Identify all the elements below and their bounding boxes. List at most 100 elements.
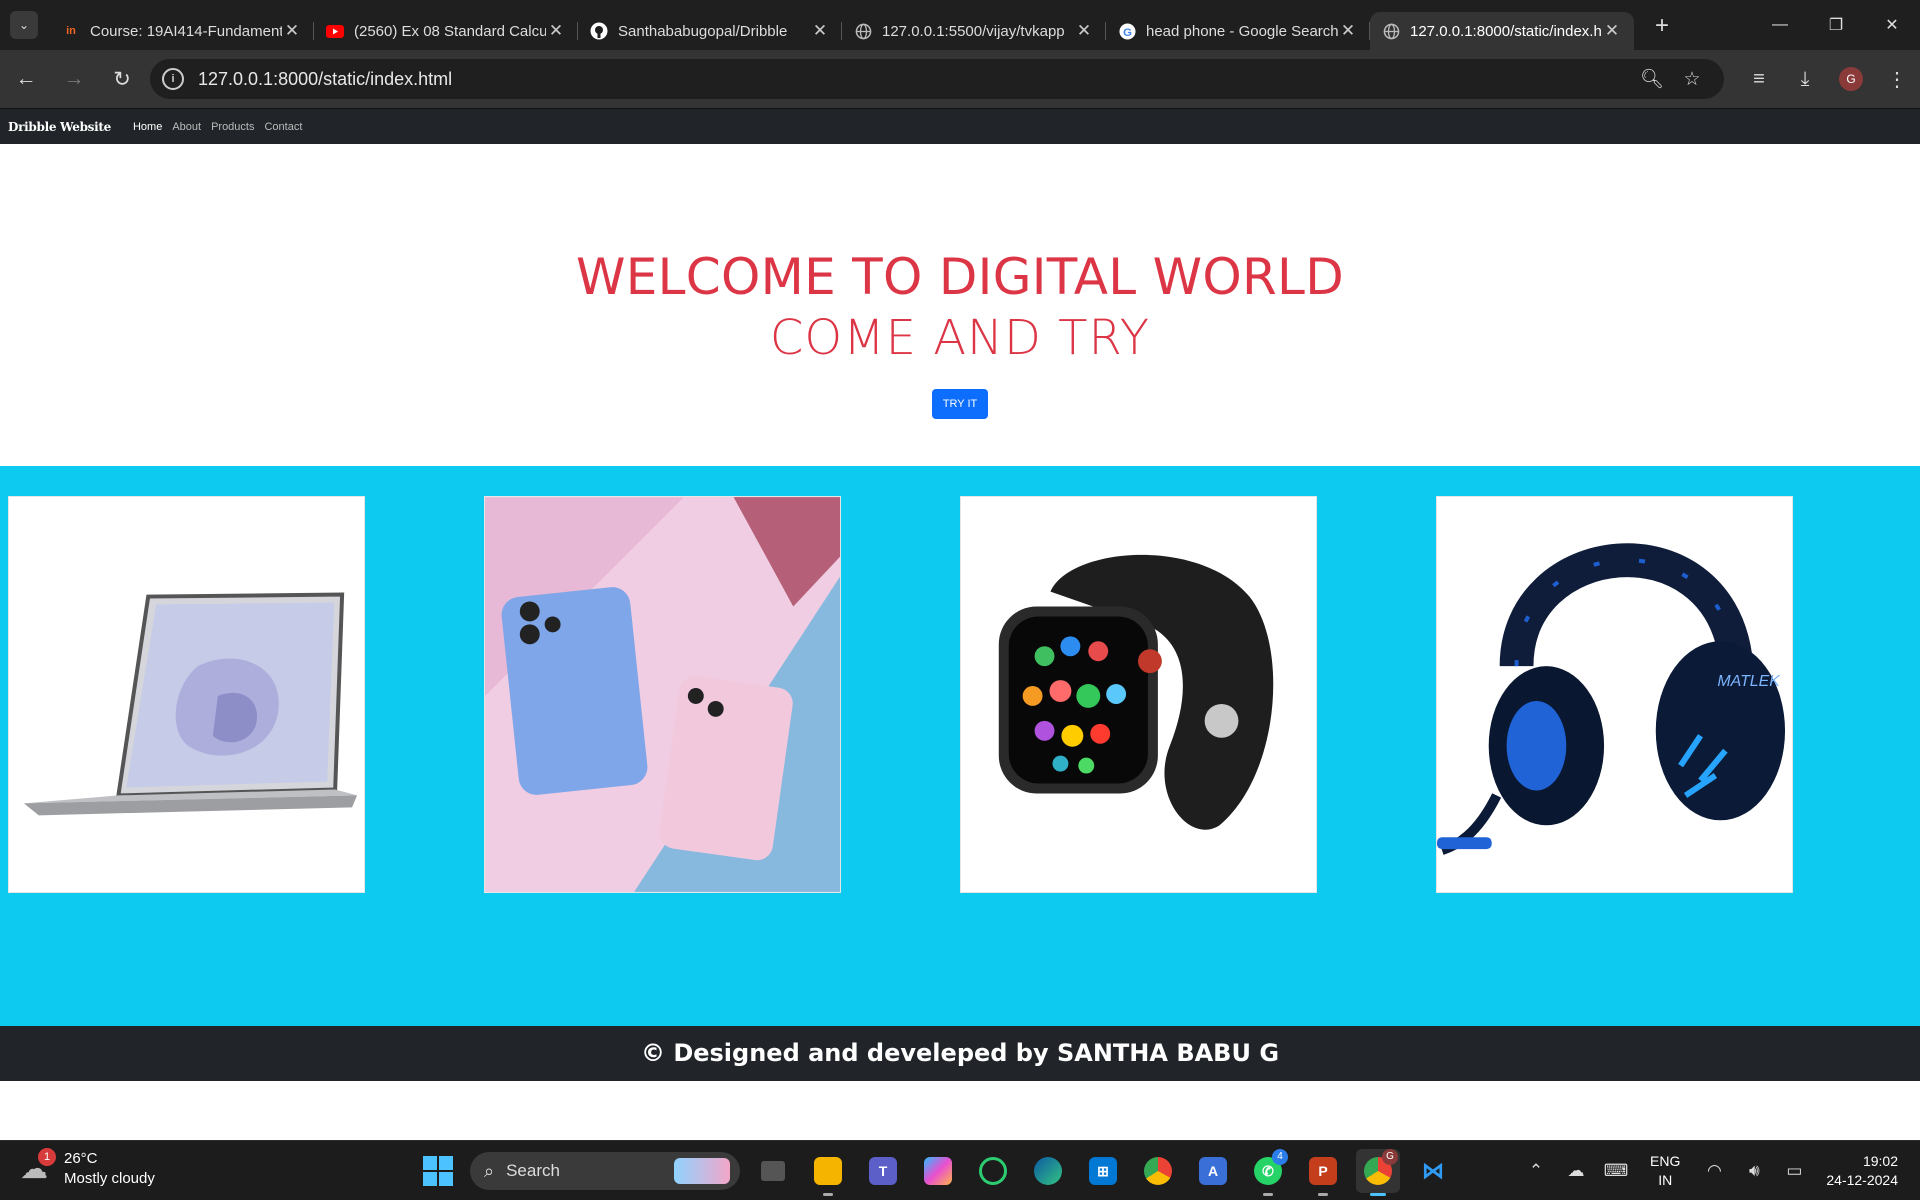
powerpoint-icon[interactable]: P	[1301, 1149, 1345, 1196]
products-section: MATLEK	[0, 466, 1920, 1026]
chrome-icon[interactable]	[1136, 1149, 1180, 1193]
whatsapp-icon[interactable]: ✆ 4	[1246, 1149, 1290, 1196]
task-view-icon[interactable]	[751, 1149, 795, 1193]
tab-localhost-5500[interactable]: 127.0.0.1:5500/vijay/tvkapp ✕	[842, 12, 1106, 50]
system-tray: ⌃ ☁ ⌨ ENG IN ◠ 🔊︎ ▭ 19:02 24-12-2024	[1516, 1141, 1920, 1201]
tab-close-icon[interactable]: ✕	[810, 21, 830, 41]
reload-button[interactable]: ↻	[100, 59, 144, 99]
tab-title: 127.0.0.1:8000/static/index.html	[1410, 22, 1602, 40]
page-blank-area	[0, 1081, 1920, 1141]
reload-icon: ↻	[113, 67, 131, 91]
tab-title: 127.0.0.1:5500/vijay/tvkapp	[882, 22, 1065, 40]
address-bar[interactable]: i 127.0.0.1:8000/static/index.html 🔍︎ ☆	[150, 59, 1724, 99]
hero-title: WELCOME TO DIGITAL WORLD	[575, 248, 1344, 306]
tab-course[interactable]: in Course: 19AI414-Fundamentals ✕	[50, 12, 314, 50]
microsoft-store-icon[interactable]: ⊞	[1081, 1149, 1125, 1193]
tab-title: (2560) Ex 08 Standard Calculator	[354, 22, 546, 40]
avatar: G	[1839, 67, 1863, 91]
smartwatch-image	[961, 497, 1316, 892]
teams-icon[interactable]: T	[861, 1149, 905, 1193]
chrome-profile-icon[interactable]: G	[1356, 1149, 1400, 1196]
forward-button[interactable]: →	[52, 59, 96, 99]
product-card-smartphones[interactable]	[484, 496, 841, 893]
laptop-image	[9, 497, 364, 892]
tab-github[interactable]: Santhababugopal/Dribble ✕	[578, 12, 842, 50]
taskbar-search-label: Search	[506, 1161, 560, 1180]
back-button[interactable]: ←	[4, 59, 48, 99]
menu-kebab-icon[interactable]: ⋮	[1874, 59, 1920, 99]
hero-subtitle: COME AND TRY	[769, 310, 1151, 366]
media-controls-icon[interactable]: ≡	[1736, 59, 1782, 99]
svg-text:G: G	[1123, 26, 1132, 38]
zoom-icon[interactable]: 🔍︎	[1632, 67, 1672, 91]
weather-widget[interactable]: ☁ 1 26°C Mostly cloudy	[20, 1148, 155, 1189]
tab-title: Santhababugopal/Dribble	[618, 22, 788, 40]
clock[interactable]: 19:02 24-12-2024	[1826, 1152, 1898, 1190]
cloud-moon-icon: ☁ 1	[20, 1148, 56, 1186]
download-icon[interactable]: ⤓	[1782, 59, 1828, 99]
language-line-1: ENG	[1650, 1153, 1681, 1169]
window-close-icon[interactable]: ✕	[1864, 0, 1920, 50]
tab-title: Course: 19AI414-Fundamentals	[90, 22, 282, 40]
keyboard-icon[interactable]: ⌨	[1596, 1161, 1636, 1181]
tab-search-button[interactable]: ⌄	[10, 11, 38, 39]
site-navbar: Dribble Website Home About Products Cont…	[0, 108, 1920, 144]
language-indicator[interactable]: ENG IN	[1650, 1152, 1680, 1190]
product-card-headphones[interactable]: MATLEK	[1436, 496, 1793, 893]
tab-close-icon[interactable]: ✕	[546, 21, 566, 41]
nav-link-about[interactable]: About	[172, 121, 201, 133]
minimize-icon[interactable]: —	[1752, 0, 1808, 50]
tab-google-search[interactable]: G head phone - Google Search ✕	[1106, 12, 1370, 50]
edge-icon[interactable]	[1026, 1149, 1070, 1193]
nav-link-products[interactable]: Products	[211, 121, 254, 133]
site-info-icon[interactable]: i	[162, 68, 184, 90]
battery-icon[interactable]: ▭	[1774, 1161, 1814, 1181]
restore-icon[interactable]: ❐	[1808, 0, 1864, 50]
tab-close-icon[interactable]: ✕	[1338, 21, 1358, 41]
tab-close-icon[interactable]: ✕	[282, 21, 302, 41]
taskbar-search[interactable]: ⌕ Search	[470, 1152, 740, 1190]
weather-badge: 1	[38, 1148, 56, 1166]
file-explorer-icon[interactable]	[806, 1149, 850, 1196]
windows-start-icon[interactable]	[416, 1149, 460, 1193]
tab-youtube[interactable]: (2560) Ex 08 Standard Calculator ✕	[314, 12, 578, 50]
github-favicon-icon	[590, 22, 608, 40]
chrome-profile-badge: G	[1382, 1149, 1398, 1165]
new-tab-button[interactable]: +	[1644, 8, 1680, 44]
search-highlight-image	[674, 1158, 730, 1184]
nav-link-contact[interactable]: Contact	[264, 121, 302, 133]
wifi-icon[interactable]: ◠	[1694, 1161, 1734, 1181]
weather-desc: Mostly cloudy	[64, 1170, 155, 1187]
plus-icon: +	[1654, 12, 1669, 39]
try-it-button[interactable]: TRY IT	[932, 389, 988, 419]
site-brand[interactable]: Dribble Website	[8, 120, 111, 134]
site-footer: © Designed and develeped by SANTHA BABU …	[0, 1026, 1920, 1081]
taskbar-apps: ⌕ Search T ⊞ A ✆ 4 P G ⋈	[416, 1149, 1455, 1196]
tab-close-icon[interactable]: ✕	[1602, 21, 1622, 41]
svg-text:MATLEK: MATLEK	[1717, 673, 1781, 690]
weather-temp: 26°C	[64, 1150, 98, 1167]
browser-tab-bar: ⌄ in Course: 19AI414-Fundamentals ✕ (256…	[0, 0, 1920, 50]
refresh-app-icon[interactable]	[971, 1149, 1015, 1193]
moodle-favicon-icon: in	[66, 25, 76, 37]
tab-localhost-8000[interactable]: 127.0.0.1:8000/static/index.html ✕	[1370, 12, 1634, 50]
tab-close-icon[interactable]: ✕	[1074, 21, 1094, 41]
vscode-icon[interactable]: ⋈	[1411, 1149, 1455, 1193]
url-text[interactable]: 127.0.0.1:8000/static/index.html	[198, 69, 1632, 90]
arrow-left-icon: ←	[15, 67, 37, 90]
product-card-smartwatch[interactable]	[960, 496, 1317, 893]
chevron-down-icon: ⌄	[18, 18, 30, 32]
product-card-laptop[interactable]	[8, 496, 365, 893]
clock-date: 24-12-2024	[1826, 1172, 1898, 1188]
copilot-icon[interactable]	[916, 1149, 960, 1193]
profile-button[interactable]: G	[1828, 59, 1874, 99]
arc-icon[interactable]: A	[1191, 1149, 1235, 1193]
nav-link-home[interactable]: Home	[133, 121, 162, 133]
chevron-up-icon[interactable]: ⌃	[1516, 1161, 1556, 1181]
volume-icon[interactable]: 🔊︎	[1734, 1161, 1774, 1181]
browser-toolbar: ← → ↻ i 127.0.0.1:8000/static/index.html…	[0, 50, 1920, 108]
tab-title: head phone - Google Search	[1146, 22, 1338, 40]
bookmark-star-icon[interactable]: ☆	[1672, 68, 1712, 91]
hero-section: WELCOME TO DIGITAL WORLD COME AND TRY TR…	[0, 144, 1920, 466]
onedrive-icon[interactable]: ☁	[1556, 1161, 1596, 1181]
